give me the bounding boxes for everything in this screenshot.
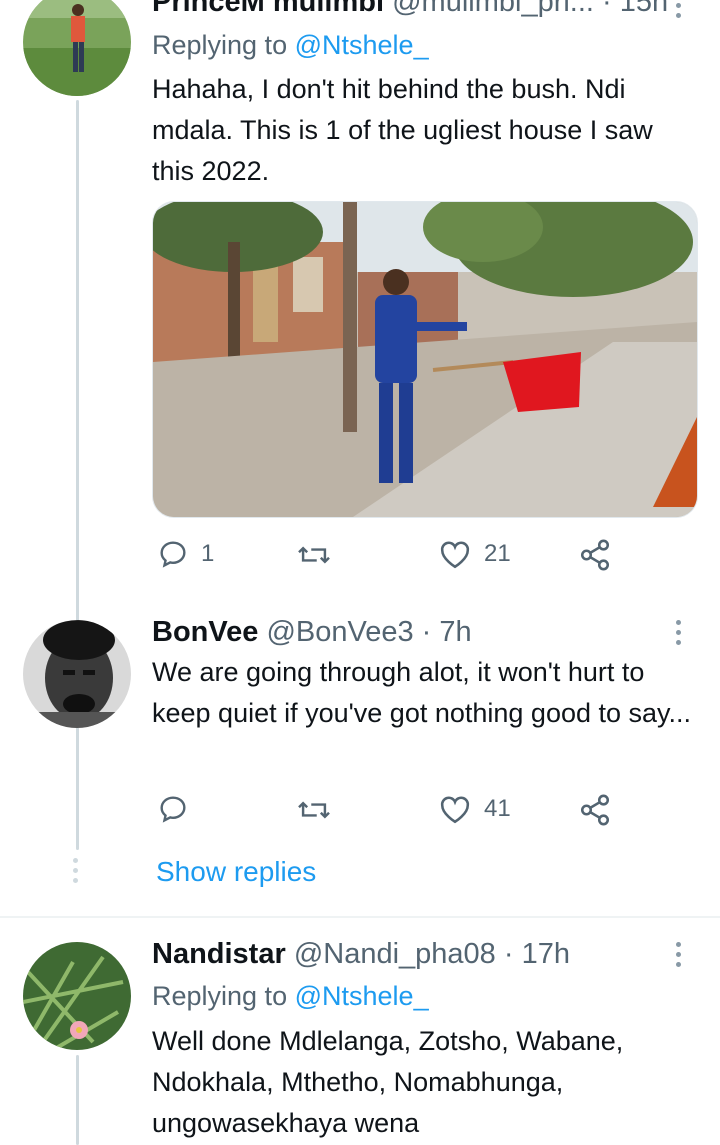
reply-button[interactable] [157, 793, 201, 825]
like-count: 21 [484, 540, 511, 567]
share-button[interactable] [578, 793, 612, 827]
heart-icon [440, 796, 470, 824]
tweet-text: We are going through alot, it won't hurt… [152, 657, 692, 728]
avatar[interactable] [23, 0, 131, 96]
replying-label: Replying to [152, 981, 288, 1011]
divider [0, 916, 720, 918]
more-vertical-icon[interactable] [676, 0, 684, 23]
mention-link[interactable]: @Ntshele_ [295, 981, 429, 1011]
like-button[interactable]: 41 [438, 793, 511, 825]
thread-line [76, 100, 79, 850]
tweet-header: Nandistar @Nandi_pha08 · 17h [152, 938, 570, 971]
display-name[interactable]: Nandistar [152, 938, 286, 970]
mention-link[interactable]: @Ntshele_ [295, 30, 429, 60]
retweet-button[interactable] [297, 540, 343, 570]
replying-to: Replying to @Ntshele_ [152, 981, 429, 1012]
thread-line [76, 1055, 79, 1145]
tweet-photo[interactable] [152, 201, 698, 518]
reply-button[interactable]: 1 [157, 538, 214, 570]
share-icon [580, 794, 610, 826]
like-button[interactable]: 21 [438, 538, 511, 570]
user-handle[interactable]: @mulimbi_pri... [392, 0, 594, 18]
timestamp[interactable]: · 17h [504, 938, 570, 970]
timestamp[interactable]: · 7h [422, 616, 472, 648]
tweet-text: Well done Mdlelanga, Zotsho, Wabane, Ndo… [152, 1026, 624, 1138]
avatar[interactable] [23, 620, 131, 728]
display-name[interactable]: PrinceM mulimbi [152, 0, 384, 18]
retweet-button[interactable] [297, 795, 343, 825]
reply-icon [160, 541, 186, 568]
tweet-header: BonVee @BonVee3 · 7h [152, 616, 472, 649]
thread-continuation-dots [73, 858, 81, 888]
heart-icon [440, 541, 470, 569]
share-button[interactable] [578, 538, 612, 572]
retweet-icon [298, 546, 330, 564]
retweet-icon [298, 801, 330, 819]
timestamp[interactable]: · 15h [602, 0, 668, 18]
replying-label: Replying to [152, 30, 288, 60]
user-handle[interactable]: @BonVee3 [266, 616, 413, 648]
like-count: 41 [484, 795, 511, 822]
share-icon [580, 539, 610, 571]
reply-count: 1 [201, 540, 215, 567]
display-name[interactable]: BonVee [152, 616, 258, 648]
replying-to: Replying to @Ntshele_ [152, 30, 429, 61]
more-vertical-icon[interactable] [676, 942, 684, 972]
reply-icon [160, 796, 186, 823]
more-vertical-icon[interactable] [676, 620, 684, 650]
user-handle[interactable]: @Nandi_pha08 [294, 938, 496, 970]
avatar[interactable] [23, 942, 131, 1050]
tweet-header: PrinceM mulimbi @mulimbi_pri... · 15h [152, 0, 668, 19]
tweet-text: Hahaha, I don't hit behind the bush. Ndi… [152, 74, 653, 186]
show-replies-link[interactable]: Show replies [156, 856, 316, 888]
